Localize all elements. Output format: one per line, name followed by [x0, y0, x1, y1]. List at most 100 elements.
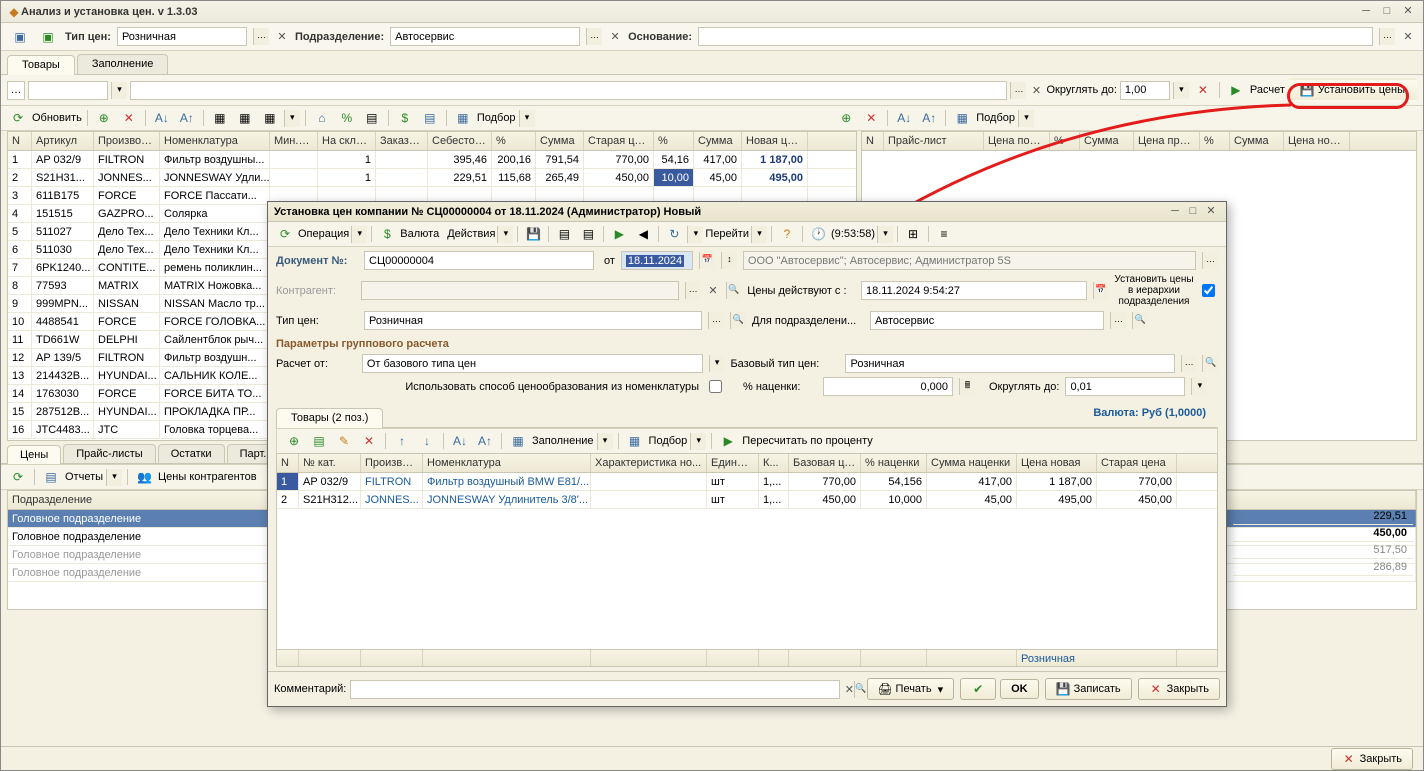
d-down-icon[interactable]: ↓ [416, 432, 438, 450]
post-icon[interactable]: ▶ [608, 225, 630, 243]
ok-button[interactable]: OK [1000, 679, 1039, 699]
play-icon[interactable]: ▶ [1225, 81, 1247, 99]
dlg-close[interactable]: ✕ [1202, 205, 1220, 219]
cancel-icon[interactable]: ✕ [1192, 81, 1214, 99]
close-button[interactable]: ✕ [1399, 5, 1417, 19]
help-icon[interactable]: ? [776, 225, 798, 243]
save-icon[interactable]: 💾 [522, 225, 544, 243]
valyuta-menu[interactable]: Валюта [400, 228, 439, 240]
table-row[interactable]: 2S21H312...JONNES...JONNESWAY Удлинитель… [277, 491, 1217, 509]
d-podr-q[interactable]: 🔍 [1132, 312, 1148, 329]
d-fill-icon[interactable]: ▦ [507, 432, 529, 450]
obnovit-label[interactable]: Обновить [32, 112, 82, 124]
r-sort-za-icon[interactable]: A↑ [918, 109, 940, 127]
dollar2-icon[interactable]: $ [376, 225, 398, 243]
filter-long-dots[interactable]: … [1010, 82, 1026, 99]
tab-tovary[interactable]: Товары [7, 55, 75, 75]
dollar-icon[interactable]: $ [394, 109, 416, 127]
operaciya-menu[interactable]: Операция [298, 228, 349, 240]
podbor-icon[interactable]: ▦ [452, 109, 474, 127]
nav-icon[interactable]: ↻ [663, 225, 685, 243]
r-podbor-icon[interactable]: ▦ [951, 109, 973, 127]
btab-prajs[interactable]: Прайс-листы [63, 444, 155, 463]
time-dd[interactable]: ▾ [877, 226, 893, 243]
r-podbor-label[interactable]: Подбор [976, 112, 1015, 124]
refresh-icon[interactable]: ⟳ [7, 109, 29, 127]
kontragent-field[interactable] [361, 281, 679, 300]
podr-dots[interactable]: … [586, 28, 602, 45]
osnovanie-field[interactable] [698, 27, 1373, 46]
filter-dd[interactable] [28, 81, 108, 100]
table-row[interactable]: 2S21H31...JONNES...JONNESWAY Удли...1229… [8, 169, 856, 187]
filter1-icon[interactable]: ▦ [209, 109, 231, 127]
main-close-button[interactable]: ✕Закрыть [1331, 748, 1413, 770]
ceny-d-cal[interactable]: 📅 [1093, 282, 1108, 299]
d-podbor-dd[interactable]: ▾ [690, 433, 706, 450]
d-tipcen-q[interactable]: 🔍 [730, 312, 746, 329]
filter3-icon[interactable]: ▦ [259, 109, 281, 127]
icon-btn-1[interactable]: ▣ [9, 28, 31, 46]
bazovyj-q[interactable]: 🔍 [1202, 355, 1218, 372]
kontragent-label[interactable]: Цены контрагентов [158, 471, 257, 483]
dej-dd[interactable]: ▾ [497, 226, 513, 243]
tip-cen-field[interactable]: Розничная [117, 27, 247, 46]
komm-field[interactable] [350, 680, 840, 699]
tip-cen-x[interactable]: ✕ [275, 30, 289, 43]
podr-x[interactable]: ✕ [608, 30, 622, 43]
nav-dd[interactable]: ▾ [687, 226, 703, 243]
table-row[interactable]: 1AP 032/9FILTRONФильтр воздушный BMW E81… [277, 473, 1217, 491]
cal-icon[interactable]: 📅 [699, 252, 715, 269]
okruglyat-field[interactable]: 1,00 [1120, 81, 1170, 100]
perejti-menu[interactable]: Перейти [705, 228, 749, 240]
bazovyj-dots[interactable]: … [1181, 355, 1197, 372]
tree-icon[interactable]: ⊞ [902, 225, 924, 243]
date-clear[interactable]: ↕ [721, 252, 737, 269]
d-sortaz-icon[interactable]: A↓ [449, 432, 471, 450]
calc-icon[interactable]: ▤ [361, 109, 383, 127]
dlg-tab-tovary[interactable]: Товары (2 поз.) [276, 408, 383, 428]
date-field[interactable]: 18.11.2024 [621, 251, 693, 270]
zapisat-button[interactable]: 💾Записать [1045, 678, 1132, 700]
btab-ceny[interactable]: Цены [7, 445, 61, 464]
dlg-max[interactable]: □ [1184, 205, 1202, 219]
icon-btn-2[interactable]: ▣ [37, 28, 59, 46]
r-add-icon[interactable]: ⊕ [835, 109, 857, 127]
raschet-label[interactable]: Расчет [1250, 84, 1285, 96]
d-addcopy-icon[interactable]: ▤ [308, 432, 330, 450]
bazovyj-field[interactable]: Розничная [845, 354, 1174, 373]
d-play-icon[interactable]: ▶ [717, 432, 739, 450]
d-okruglyat-dd[interactable]: ▾ [1191, 378, 1207, 395]
d-perechitat-label[interactable]: Пересчитать по проценту [742, 435, 872, 447]
zakryt-button[interactable]: ✕Закрыть [1138, 678, 1220, 700]
hier-checkbox[interactable] [1202, 284, 1215, 297]
nacenki-field[interactable]: 0,000 [823, 377, 953, 396]
ok-check-button[interactable]: ✔ [960, 678, 996, 700]
list-icon[interactable]: ≡ [933, 225, 955, 243]
d-okruglyat-field[interactable]: 0,01 [1065, 377, 1185, 396]
add-icon[interactable]: ⊕ [93, 109, 115, 127]
maximize-button[interactable]: □ [1378, 5, 1396, 19]
percent-icon[interactable]: % [336, 109, 358, 127]
op-icon[interactable]: ⟳ [274, 225, 296, 243]
refresh2-icon[interactable]: ⟳ [7, 468, 29, 486]
d-up-icon[interactable]: ↑ [391, 432, 413, 450]
table-row[interactable]: 1AP 032/9FILTRONФильтр воздушны...1395,4… [8, 151, 856, 169]
delete-icon[interactable]: ✕ [118, 109, 140, 127]
tip-cen-dots[interactable]: … [253, 28, 269, 45]
filter-long[interactable] [130, 81, 1007, 100]
otchety-label[interactable]: Отчеты [65, 471, 103, 483]
minimize-button[interactable]: ─ [1357, 5, 1375, 19]
filter2-icon[interactable]: ▦ [234, 109, 256, 127]
d-tipcen-dots[interactable]: … [708, 312, 724, 329]
ispolzovat-checkbox[interactable] [709, 380, 722, 393]
d-podr-field[interactable]: Автосервис [870, 311, 1104, 330]
kontr-q[interactable]: 🔍 [726, 282, 741, 299]
sort-az-icon[interactable]: A↓ [151, 109, 173, 127]
nacenki-calc[interactable]: 🖩 [959, 378, 975, 395]
doc2-icon[interactable]: ▤ [577, 225, 599, 243]
sort-za-icon[interactable]: A↑ [176, 109, 198, 127]
btab-ostatki[interactable]: Остатки [158, 444, 225, 463]
filter-long-x[interactable]: ✕ [1029, 84, 1043, 97]
doc1-icon[interactable]: ▤ [553, 225, 575, 243]
report-icon[interactable]: ▤ [40, 468, 62, 486]
